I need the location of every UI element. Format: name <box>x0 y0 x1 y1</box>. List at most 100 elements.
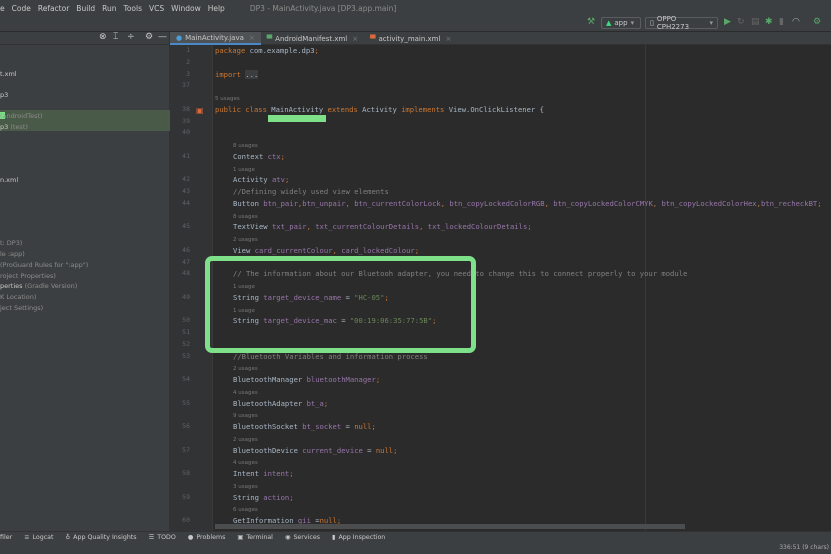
code-token: TextView <box>233 222 272 232</box>
code-token: , <box>306 222 316 232</box>
usage-hint[interactable]: 4 usages <box>233 456 258 468</box>
toolbar: ⚒ ▲ app ▾ ▯ OPPO CPH2273 ▾ ▶ ↻ ▤ ✱ ▮ ◠ ⚙ <box>0 15 831 32</box>
code-line[interactable]: BluetoothManager bluetoothManager; <box>233 374 380 386</box>
bulb-icon: ♁ <box>65 534 71 541</box>
run-icon[interactable]: ▶ <box>724 17 731 27</box>
tool-problems[interactable]: ● Problems <box>188 534 226 541</box>
tool-app-quality[interactable]: ♁ App Quality Insights <box>66 534 137 541</box>
code-line[interactable]: Button btn_pair,btn_unpair, btn_currentC… <box>233 198 822 210</box>
menu-file[interactable]: e <box>0 4 5 13</box>
project-tree-item[interactable]: le :app) <box>0 250 25 258</box>
usage-hint[interactable]: 2 usages <box>233 433 258 445</box>
project-tree-item[interactable]: K Location) <box>0 293 36 301</box>
project-tree-item[interactable]: perties (Gradle Version) <box>0 282 77 290</box>
horizontal-scrollbar[interactable] <box>215 524 685 529</box>
code-line[interactable]: Intent intent; <box>233 468 294 480</box>
menu-tools[interactable]: Tools <box>124 4 142 13</box>
code-line[interactable]: import ... <box>215 69 259 81</box>
close-icon[interactable]: × <box>249 34 255 42</box>
project-tree-item[interactable]: t: DP3) <box>0 239 22 247</box>
run-config-label: app <box>614 19 628 27</box>
code-line[interactable]: public class MainActivity extends Activi… <box>215 104 544 116</box>
apply-changes-icon[interactable]: ↻ <box>737 17 745 27</box>
project-tree-item[interactable]: roject Properties) <box>0 272 56 280</box>
code-line[interactable]: BluetoothSocket bt_socket = null; <box>233 421 376 433</box>
code-line[interactable]: TextView txt_pair, txt_currentColourDeta… <box>233 221 532 233</box>
close-icon[interactable]: × <box>352 35 358 43</box>
menu-window[interactable]: Window <box>171 4 201 13</box>
tool-todo[interactable]: ☰ TODO <box>149 534 176 541</box>
code-token: extends <box>327 104 363 114</box>
close-icon[interactable]: × <box>445 35 451 43</box>
profile-icon[interactable]: ◠ <box>792 17 800 27</box>
code-token: //Defining widely used view elements <box>233 187 389 196</box>
debug-icon[interactable]: ✱ <box>765 17 773 27</box>
build-hammer-icon[interactable]: ⚒ <box>587 17 595 27</box>
usage-count: 8 usages <box>233 143 258 149</box>
project-tree-item[interactable]: (ProGuard Rules for ":app") <box>0 261 88 269</box>
gear-icon[interactable]: ⚙ <box>145 32 153 42</box>
usage-hint[interactable]: 6 usages <box>233 503 258 515</box>
list-icon: ☰ <box>148 534 155 541</box>
code-line[interactable]: package com.example.dp3; <box>215 45 319 57</box>
project-tree-item[interactable]: (androidTest) <box>0 112 43 120</box>
tab-activity-main[interactable]: ▀ activity_main.xml × <box>364 32 457 45</box>
usage-hint[interactable]: 2 usages <box>233 233 258 245</box>
code-token: btn_copyLockedColorHex <box>661 198 757 208</box>
code-token: atv <box>271 175 285 185</box>
line-number: 60 <box>182 516 190 524</box>
tool-terminal[interactable]: ▣ Terminal <box>237 534 273 541</box>
tool-services[interactable]: ◉ Services <box>285 534 320 541</box>
code-line[interactable]: Activity atv; <box>233 174 289 186</box>
locate-icon[interactable]: ⊗ <box>99 32 107 42</box>
tree-item-detail: le :app) <box>0 250 25 258</box>
usage-hint[interactable]: 5 usages <box>215 92 240 104</box>
code-token: btn_currentColorLock <box>354 198 441 208</box>
terminal-icon: ▣ <box>237 534 244 541</box>
usage-hint[interactable]: 2 usages <box>233 362 258 374</box>
code-line[interactable]: //Defining widely used view elements <box>233 186 389 198</box>
attach-debugger-icon[interactable]: ▮ <box>779 17 784 27</box>
project-tree-item[interactable]: p3 (test) <box>0 123 28 131</box>
menu-vcs[interactable]: VCS <box>149 4 164 13</box>
line-number: 2 <box>186 57 190 66</box>
menu-help[interactable]: Help <box>208 4 225 13</box>
code-token: , <box>345 198 355 208</box>
usage-hint[interactable]: 4 usages <box>233 386 258 398</box>
cursor-position[interactable]: 336:51 (9 chars) <box>779 544 829 551</box>
services-icon: ◉ <box>284 534 291 541</box>
code-line[interactable]: BluetoothDevice current_device = null; <box>233 445 397 457</box>
menu-run[interactable]: Run <box>102 4 116 13</box>
collapse-all-icon[interactable]: ÷ <box>127 32 135 42</box>
menu-build[interactable]: Build <box>76 4 95 13</box>
code-line[interactable]: BluetoothAdapter bt_a; <box>233 398 328 410</box>
run-config-select[interactable]: ▲ app ▾ <box>601 17 641 29</box>
usage-hint[interactable]: 8 usages <box>233 210 258 222</box>
device-select[interactable]: ▯ OPPO CPH2273 ▾ <box>645 15 718 31</box>
project-tree-item[interactable]: t.xml <box>0 70 17 78</box>
code-line[interactable]: Context ctx; <box>233 151 285 163</box>
activity-marker-icon[interactable]: ▣ <box>196 106 204 115</box>
usage-hint[interactable]: 9 usages <box>233 409 258 421</box>
menu-refactor[interactable]: Refactor <box>38 4 69 13</box>
tab-mainactivity[interactable]: ● MainActivity.java × <box>170 32 261 45</box>
menu-code[interactable]: Code <box>12 4 31 13</box>
usage-hint[interactable]: 8 usages <box>233 139 258 151</box>
tool-profiler[interactable]: filer <box>0 534 12 541</box>
expand-all-icon[interactable]: ⌶ <box>113 32 118 42</box>
code-token: View <box>233 245 255 255</box>
tool-app-inspection[interactable]: ▮ App Inspection <box>332 534 385 541</box>
project-tree-item[interactable]: n.xml <box>0 176 18 184</box>
code-line[interactable]: String action; <box>233 492 294 504</box>
usage-hint[interactable]: 1 usage <box>233 163 255 175</box>
usage-hint[interactable]: 3 usages <box>233 480 258 492</box>
annotation-underline <box>268 115 326 122</box>
project-tree-item[interactable]: ject Settings) <box>0 304 43 312</box>
tab-androidmanifest[interactable]: ▀ AndroidManifest.xml × <box>261 32 364 45</box>
apply-code-icon[interactable]: ▤ <box>751 17 760 27</box>
tool-logcat[interactable]: ≡ Logcat <box>24 534 53 541</box>
device-manager-icon[interactable]: ⚙ <box>813 17 821 27</box>
project-tree-item[interactable]: p3 <box>0 91 8 99</box>
code-line[interactable]: View card_currentColour, card_lockedColo… <box>233 245 419 257</box>
minimize-icon[interactable]: — <box>158 32 167 42</box>
